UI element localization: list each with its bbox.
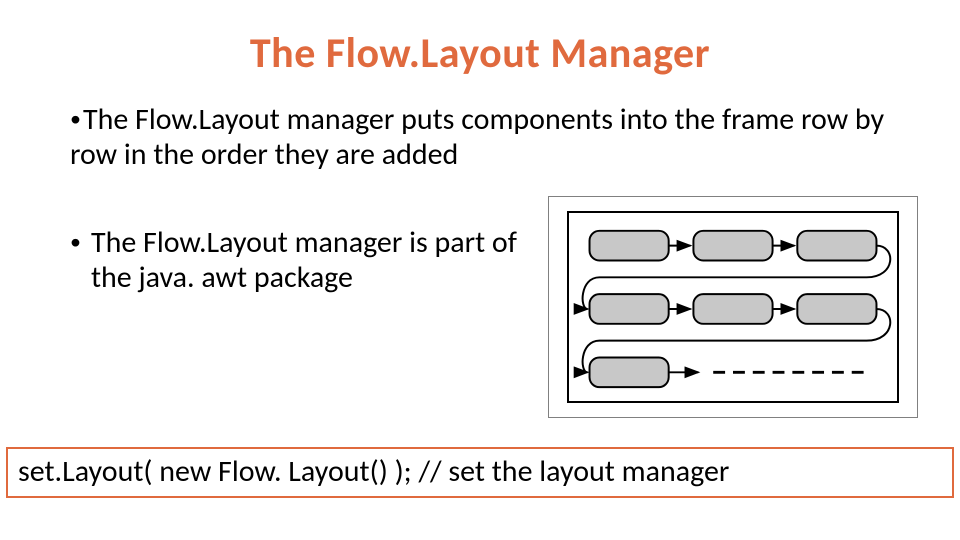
bullet-item-1: •The Flow.Layout manager puts components… xyxy=(70,102,890,173)
bullet-dot-icon: • xyxy=(70,105,81,132)
bullet-1-text: The Flow.Layout manager puts components … xyxy=(70,101,884,173)
bullet-dot-icon: • xyxy=(70,225,81,255)
code-box: set.Layout( new Flow. Layout() ); // set… xyxy=(6,447,954,498)
slide: The Flow.Layout Manager •The Flow.Layout… xyxy=(0,0,960,540)
bullet-item-2: • The Flow.Layout manager is part of the… xyxy=(70,225,540,296)
bullet-2-text: The Flow.Layout manager is part of the j… xyxy=(91,225,540,296)
diagram-svg xyxy=(569,213,897,401)
flow-layout-diagram xyxy=(548,196,918,418)
diagram-frame xyxy=(567,211,899,403)
code-line: set.Layout( new Flow. Layout() ); // set… xyxy=(18,453,729,490)
slide-title: The Flow.Layout Manager xyxy=(0,28,960,79)
